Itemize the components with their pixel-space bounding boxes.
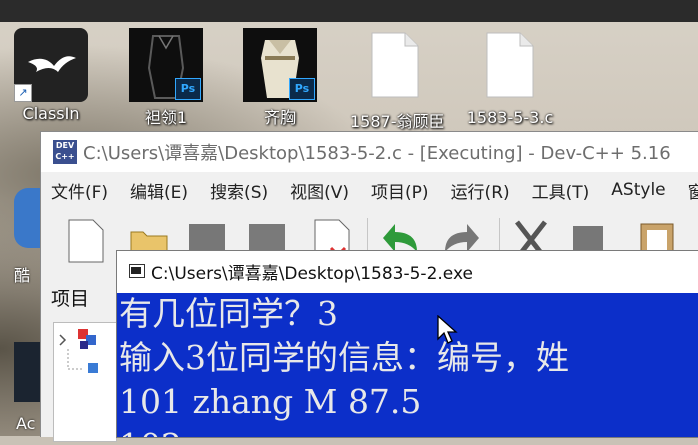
menu-file[interactable]: 文件(F) xyxy=(51,178,108,203)
desktop-icon-label: 1587-翁顾臣 xyxy=(350,112,445,131)
desktop-partial-label-1: 酷 xyxy=(14,266,31,285)
devcpp-menubar: 文件(F) 编辑(E) 搜索(S) 视图(V) 项目(P) 运行(R) 工具(T… xyxy=(41,172,698,208)
file-thumb xyxy=(473,32,547,106)
menu-edit[interactable]: 编辑(E) xyxy=(130,178,188,203)
desktop-icon-label: 1583-5-3.c xyxy=(466,108,554,127)
desktop-icon-file-1587[interactable]: 1587-翁顾臣 xyxy=(350,28,445,132)
desktop-icon-file-1583-5-3[interactable]: 1583-5-3.c xyxy=(465,28,555,127)
desktop-icon-label: ClassIn xyxy=(22,104,80,123)
console-line: 有几位同学？3 xyxy=(119,294,338,333)
new-file-icon[interactable] xyxy=(65,218,105,264)
top-bar xyxy=(0,0,698,22)
psd-thumb: Ps xyxy=(129,28,203,102)
classin-thumb: ↗ xyxy=(14,28,88,102)
tree-expand-icon xyxy=(59,329,98,373)
menu-window[interactable]: 窗 xyxy=(688,178,698,203)
menu-astyle[interactable]: AStyle xyxy=(611,180,665,200)
console-title-text: C:\Users\谭喜嘉\Desktop\1583-5-2.exe xyxy=(151,263,473,284)
menu-search[interactable]: 搜索(S) xyxy=(210,178,268,203)
console-window[interactable]: C:\Users\谭喜嘉\Desktop\1583-5-2.exe 有几位同学？… xyxy=(116,250,698,438)
desktop-icon-label: 袒领1 xyxy=(144,108,188,127)
console-output[interactable]: 有几位同学？3 输入3位同学的信息：编号，姓 101 zhang M 87.5 … xyxy=(117,293,698,437)
desktop-partial-label-2: Ac xyxy=(16,414,36,433)
partial-app-icon[interactable] xyxy=(14,342,40,402)
blank-document-icon xyxy=(371,32,419,98)
console-line: 101 zhang M 87.5 xyxy=(119,382,422,421)
photoshop-badge-icon: Ps xyxy=(289,78,315,100)
desktop-icon-classin[interactable]: ↗ ClassIn xyxy=(6,28,96,123)
photoshop-badge-icon: Ps xyxy=(175,78,201,100)
devcpp-titlebar[interactable]: DEV C++ C:\Users\谭喜嘉\Desktop\1583-5-2.c … xyxy=(41,132,698,172)
console-titlebar[interactable]: C:\Users\谭喜嘉\Desktop\1583-5-2.exe xyxy=(117,251,698,291)
menu-run[interactable]: 运行(R) xyxy=(451,178,510,203)
desktop-icon-psd-2[interactable]: Ps 齐胸 xyxy=(235,28,325,128)
shortcut-arrow-icon: ↗ xyxy=(14,84,32,102)
console-line: 输入3位同学的信息：编号，姓 xyxy=(119,338,569,377)
project-panel: 项目 xyxy=(41,272,117,442)
project-tab[interactable]: 项目 xyxy=(51,284,89,311)
desktop-icon-label: 齐胸 xyxy=(263,108,296,127)
console-app-icon xyxy=(129,264,145,278)
menu-project[interactable]: 项目(P) xyxy=(371,178,429,203)
project-tree[interactable] xyxy=(53,322,117,442)
devcpp-logo-icon: DEV C++ xyxy=(53,140,77,164)
mouse-pointer-icon xyxy=(437,314,459,345)
blank-document-icon xyxy=(486,32,534,98)
file-thumb xyxy=(358,32,432,106)
desktop-icon-psd-1[interactable]: Ps 袒领1 xyxy=(121,28,211,128)
menu-view[interactable]: 视图(V) xyxy=(290,178,349,203)
menu-tools[interactable]: 工具(T) xyxy=(532,178,590,203)
psd-thumb: Ps xyxy=(243,28,317,102)
devcpp-title-text: C:\Users\谭喜嘉\Desktop\1583-5-2.c - [Execu… xyxy=(83,143,671,164)
